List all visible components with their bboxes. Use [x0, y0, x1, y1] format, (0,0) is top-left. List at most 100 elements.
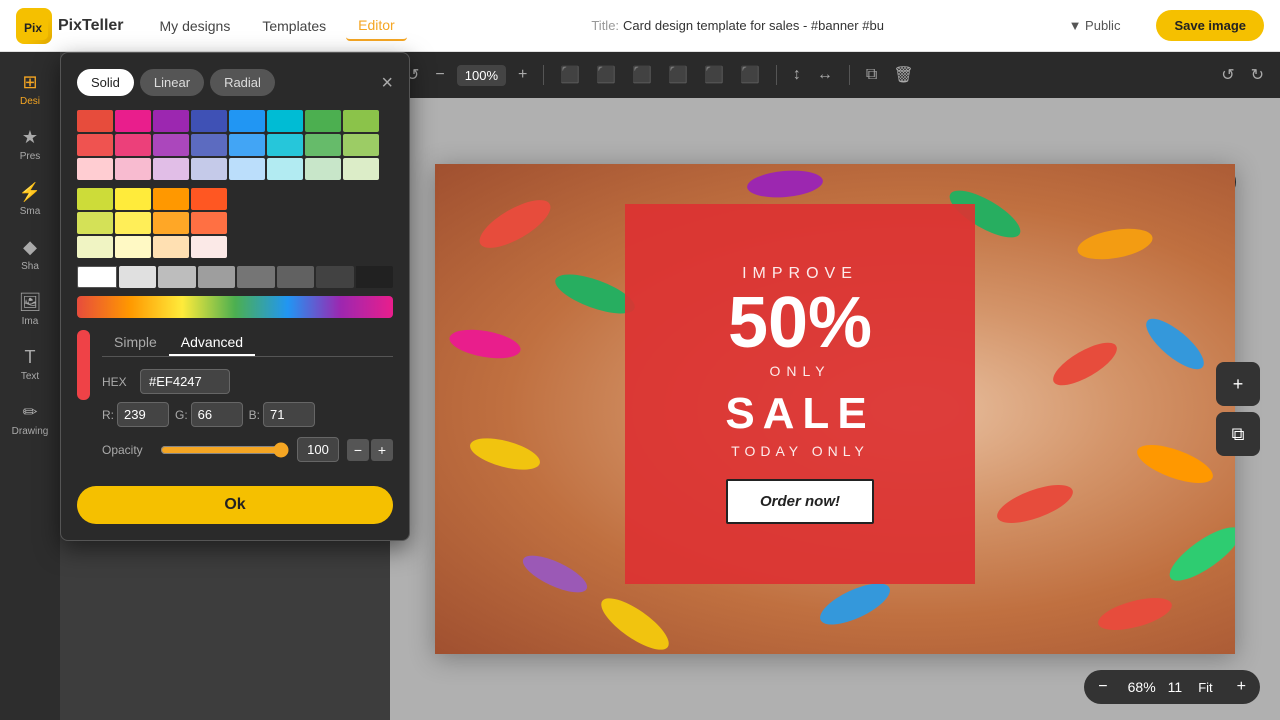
swatch-o-mid[interactable] [153, 212, 189, 234]
sidebar-item-smart[interactable]: ⚡ Sma [0, 174, 60, 225]
swatch-o-light[interactable] [153, 236, 189, 258]
swatch-green[interactable] [305, 110, 341, 132]
swatch-warm-mid-row [77, 212, 227, 234]
swatch-deeporange[interactable] [191, 188, 227, 210]
linear-mode-button[interactable]: Linear [140, 69, 204, 96]
swatch-yellow[interactable] [115, 188, 151, 210]
swatch-cyan[interactable] [267, 110, 303, 132]
swatch-indigo-light[interactable] [191, 158, 227, 180]
right-tools: + ⧉ [1216, 362, 1260, 456]
swatch-warm-light-row [77, 236, 227, 258]
opacity-minus-button[interactable]: − [347, 439, 369, 461]
align-left-button[interactable]: ⬛ [556, 61, 584, 89]
swatch-y-light[interactable] [115, 236, 151, 258]
align-top-button[interactable]: ⬛ [664, 61, 692, 89]
gradient-swatch[interactable] [77, 296, 393, 318]
copy-button[interactable]: ⧉ [862, 62, 881, 88]
swatch-orange[interactable] [153, 188, 189, 210]
title-text: Card design template for sales - #banner… [623, 18, 884, 33]
undo2-button[interactable]: ↺ [1217, 61, 1238, 89]
swatch-indigo-mid[interactable] [191, 134, 227, 156]
swatch-pink[interactable] [115, 110, 151, 132]
editor-link[interactable]: Editor [346, 11, 407, 41]
zoom-out-btn[interactable]: − [1084, 670, 1121, 704]
sidebar-item-design[interactable]: ⊞ Desi [0, 64, 60, 115]
sidebar-item-shape[interactable]: ◆ Sha [0, 229, 60, 280]
swatch-y-mid[interactable] [115, 212, 151, 234]
sidebar-item-preset[interactable]: ★ Pres [0, 119, 60, 170]
sidebar-item-image[interactable]: 🖼 Ima [0, 284, 60, 335]
swatch-black[interactable] [356, 266, 394, 288]
swatch-purple[interactable] [153, 110, 189, 132]
advanced-tab[interactable]: Advanced [169, 330, 255, 356]
r-channel: R: [102, 402, 169, 427]
swatch-cyan-mid[interactable] [267, 134, 303, 156]
swatch-red[interactable] [77, 110, 113, 132]
swatch-purple-mid[interactable] [153, 134, 189, 156]
my-designs-link[interactable]: My designs [148, 12, 243, 40]
redo-button[interactable]: ↻ [1247, 61, 1268, 89]
swatch-gray-6[interactable] [316, 266, 354, 288]
public-button[interactable]: ▼ Public [1069, 18, 1121, 33]
g-input[interactable] [191, 402, 243, 427]
r-input[interactable] [117, 402, 169, 427]
sidebar-item-drawing[interactable]: ✏ Drawing [0, 394, 60, 445]
swatch-yellow-green[interactable] [77, 188, 113, 210]
opacity-row: Opacity − + [102, 437, 393, 462]
swatch-pink-mid[interactable] [115, 134, 151, 156]
swatch-pink-light[interactable] [115, 158, 151, 180]
swatch-lime-light[interactable] [343, 158, 379, 180]
close-button[interactable]: × [381, 73, 393, 93]
order-now-button[interactable]: Order now! [726, 479, 874, 524]
swatch-blue[interactable] [229, 110, 265, 132]
simple-tab[interactable]: Simple [102, 330, 169, 356]
delete-button[interactable]: 🗑 [889, 61, 917, 89]
flip-h-button[interactable]: ↕ [789, 62, 805, 88]
swatch-blue-mid[interactable] [229, 134, 265, 156]
zoom-in-button[interactable]: + [514, 62, 531, 88]
swatch-gray-1[interactable] [119, 266, 157, 288]
opacity-input[interactable] [297, 437, 339, 462]
swatch-do-light[interactable] [191, 236, 227, 258]
save-image-button[interactable]: Save image [1156, 10, 1264, 41]
ok-button[interactable]: Ok [77, 486, 393, 524]
align-bottom-button[interactable]: ⬛ [736, 61, 764, 89]
swatch-gray-2[interactable] [158, 266, 196, 288]
swatch-yg-light[interactable] [77, 236, 113, 258]
opacity-slider[interactable] [160, 442, 289, 458]
title-label: Title: [591, 18, 619, 33]
align-center-button[interactable]: ⬛ [592, 61, 620, 89]
align-right-button[interactable]: ⬛ [628, 61, 656, 89]
hex-input[interactable] [140, 369, 230, 394]
radial-mode-button[interactable]: Radial [210, 69, 275, 96]
flip-v-button[interactable]: ↔ [813, 62, 837, 88]
swatch-blue-light[interactable] [229, 158, 265, 180]
logo-icon: Pix [16, 8, 52, 44]
copy-page-button[interactable]: ⧉ [1216, 412, 1260, 456]
swatch-lime[interactable] [343, 110, 379, 132]
swatch-cyan-light[interactable] [267, 158, 303, 180]
swatch-yg-mid[interactable] [77, 212, 113, 234]
zoom-out-button[interactable]: − [431, 62, 448, 88]
swatch-red-mid[interactable] [77, 134, 113, 156]
swatch-white[interactable] [77, 266, 117, 288]
add-page-button[interactable]: + [1216, 362, 1260, 406]
swatch-do-mid[interactable] [191, 212, 227, 234]
swatch-red-light[interactable] [77, 158, 113, 180]
opacity-plus-button[interactable]: + [371, 439, 393, 461]
swatch-gray-5[interactable] [277, 266, 315, 288]
swatch-green-mid[interactable] [305, 134, 341, 156]
align-middle-button[interactable]: ⬛ [700, 61, 728, 89]
templates-link[interactable]: Templates [250, 12, 338, 40]
swatch-gray-3[interactable] [198, 266, 236, 288]
solid-mode-button[interactable]: Solid [77, 69, 134, 96]
swatch-gray-4[interactable] [237, 266, 275, 288]
swatch-lime-mid[interactable] [343, 134, 379, 156]
sidebar-item-text[interactable]: T Text [0, 339, 60, 390]
swatch-purple-light[interactable] [153, 158, 189, 180]
b-input[interactable] [263, 402, 315, 427]
zoom-in-btn[interactable]: + [1223, 670, 1260, 704]
swatch-green-light[interactable] [305, 158, 341, 180]
swatch-indigo[interactable] [191, 110, 227, 132]
text-icon: T [25, 347, 36, 368]
